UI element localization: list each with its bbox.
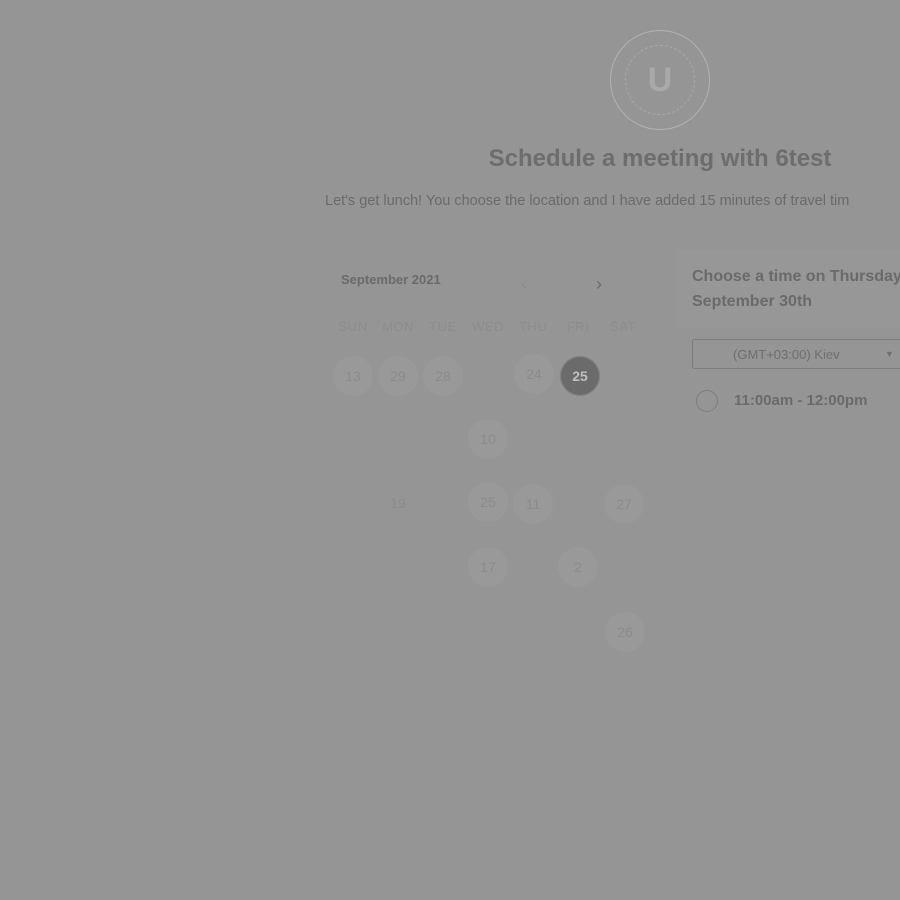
- weekday-fri: FRI: [566, 319, 590, 334]
- weekday-mon: MON: [382, 319, 414, 334]
- month-label: September 2021: [341, 272, 441, 287]
- caret-down-icon: ▼: [885, 349, 894, 359]
- weekday-wed: WED: [472, 319, 504, 334]
- calendar-day[interactable]: 26: [605, 612, 645, 652]
- timezone-value: (GMT+03:00) Kiev: [733, 346, 840, 362]
- weekday-tue: TUE: [429, 319, 457, 334]
- time-panel-title: Choose a time on Thursday September 30th: [692, 264, 900, 314]
- calendar-day[interactable]: 2: [558, 547, 598, 587]
- logo-letter: U: [647, 60, 673, 99]
- weekday-sat: SAT: [610, 319, 636, 334]
- meeting-description: Let's get lunch! You choose the location…: [325, 193, 850, 209]
- logo: U: [610, 30, 710, 130]
- calendar-day[interactable]: 17: [468, 547, 508, 587]
- calendar-day[interactable]: 24: [514, 354, 554, 394]
- calendar-day[interactable]: 28: [423, 356, 463, 396]
- chevron-right-icon[interactable]: ›: [591, 274, 607, 294]
- weekday-thu: THU: [518, 319, 548, 334]
- calendar-day[interactable]: 25: [468, 482, 508, 522]
- page-title: Schedule a meeting with 6test: [488, 145, 832, 172]
- calendar-day-selected[interactable]: 25: [560, 356, 600, 396]
- time-slot-label[interactable]: 11:00am - 12:00pm: [734, 392, 867, 409]
- calendar-day: 19: [390, 495, 406, 511]
- time-panel-title-line2: September 30th: [692, 293, 813, 310]
- calendar-day[interactable]: 11: [513, 484, 553, 524]
- timezone-select[interactable]: (GMT+03:00) Kiev ▼: [692, 339, 900, 369]
- calendar-day[interactable]: 13: [333, 356, 373, 396]
- time-panel-title-line1: Choose a time on Thursday: [692, 268, 900, 285]
- time-slot-radio[interactable]: [696, 390, 718, 412]
- chevron-left-icon[interactable]: ‹: [516, 274, 532, 294]
- calendar-day[interactable]: 29: [378, 356, 418, 396]
- calendar-day[interactable]: 27: [604, 484, 644, 524]
- calendar-day[interactable]: 10: [468, 419, 508, 459]
- weekday-sun: SUN: [338, 319, 368, 334]
